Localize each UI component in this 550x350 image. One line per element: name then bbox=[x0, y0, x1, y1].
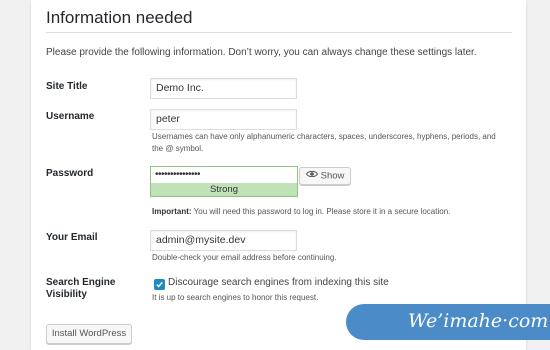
password-field: ••••••••••••••• Strong bbox=[150, 166, 298, 197]
page-title: Information needed bbox=[46, 8, 193, 27]
password-note-strong: Important: bbox=[152, 207, 192, 216]
username-help: Usernames can have only alphanumeric cha… bbox=[152, 131, 496, 155]
show-password-label: Show bbox=[320, 170, 345, 182]
site-title-label: Site Title bbox=[46, 81, 88, 92]
username-label: Username bbox=[46, 111, 95, 122]
discourage-search-checkbox[interactable] bbox=[154, 279, 165, 290]
watermark-text: We’imahe·com bbox=[408, 310, 549, 332]
password-note-text: You will need this password to log in. P… bbox=[191, 207, 451, 216]
search-visibility-help: It is up to search engines to honor this… bbox=[152, 293, 319, 302]
intro-text: Please provide the following information… bbox=[46, 47, 477, 58]
eye-icon bbox=[305, 168, 318, 184]
password-strength-meter: Strong bbox=[151, 183, 297, 196]
username-help-line2: the @ symbol. bbox=[152, 144, 204, 153]
email-help: Double-check your email address before c… bbox=[152, 253, 337, 262]
password-note: Important: You will need this password t… bbox=[152, 206, 450, 218]
username-help-line1: Usernames can have only alphanumeric cha… bbox=[152, 132, 496, 141]
site-title-input[interactable]: Demo Inc. bbox=[150, 78, 297, 99]
email-label: Your Email bbox=[46, 232, 98, 243]
install-wordpress-button[interactable]: Install WordPress bbox=[46, 324, 132, 344]
checkmark-icon bbox=[156, 281, 163, 288]
search-visibility-label-line1: Search Engine bbox=[46, 277, 116, 288]
search-visibility-label: Search Engine Visibility bbox=[46, 277, 115, 301]
search-visibility-label-line2: Visibility bbox=[46, 289, 87, 300]
email-input[interactable]: admin@mysite.dev bbox=[150, 230, 297, 251]
discourage-search-label[interactable]: Discourage search engines from indexing … bbox=[168, 277, 389, 288]
password-input[interactable]: ••••••••••••••• bbox=[151, 167, 297, 183]
show-password-button[interactable]: Show bbox=[299, 167, 351, 185]
password-label: Password bbox=[46, 168, 94, 179]
title-divider bbox=[46, 32, 512, 33]
username-input[interactable]: peter bbox=[150, 109, 297, 130]
